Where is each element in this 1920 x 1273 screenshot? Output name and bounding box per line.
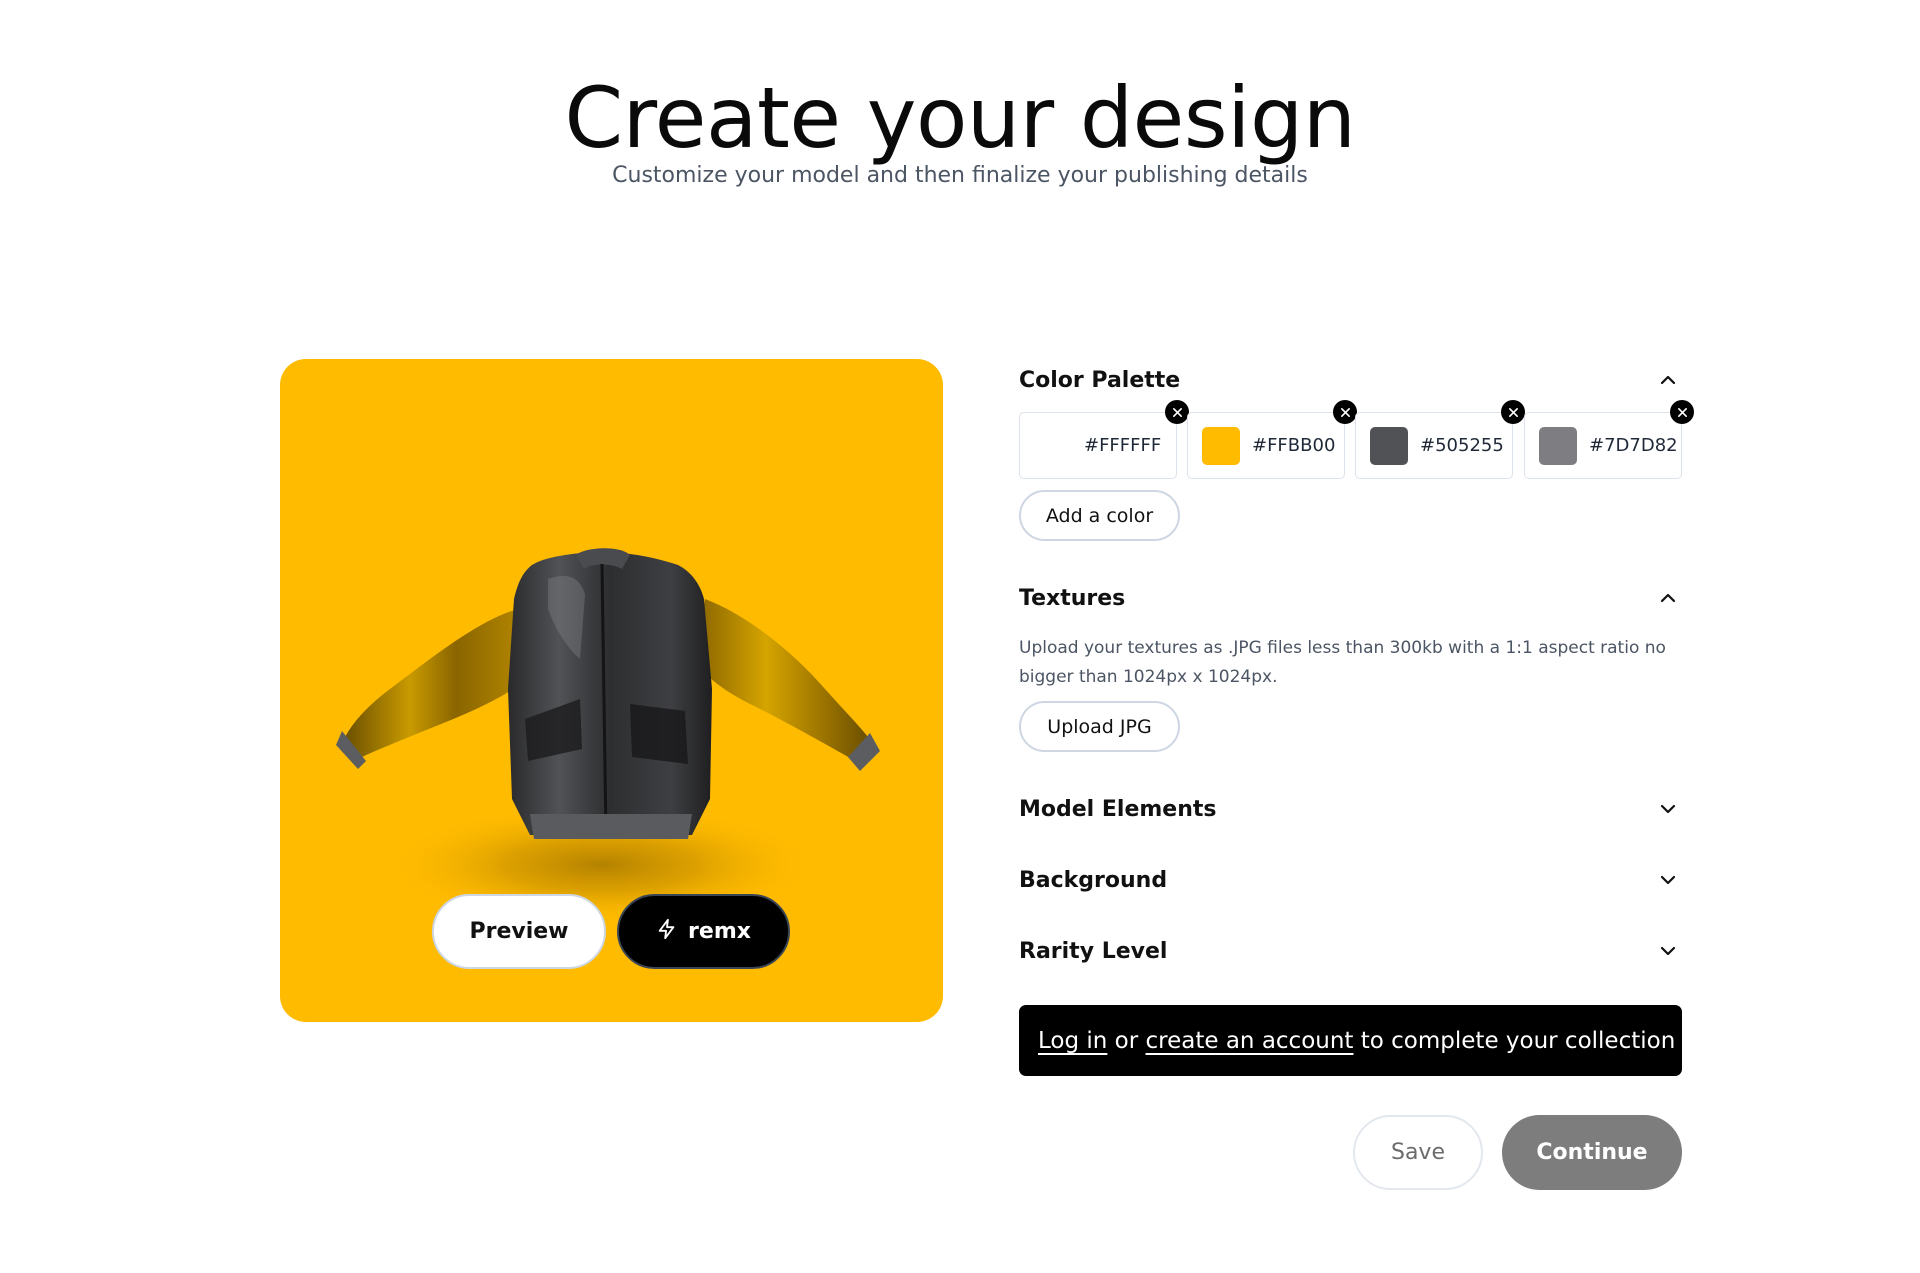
section-title: Model Elements — [1019, 796, 1217, 822]
chevron-up-icon[interactable] — [1656, 586, 1680, 610]
close-icon — [1172, 407, 1182, 417]
section-color-palette-header[interactable]: Color Palette — [1019, 363, 1682, 397]
upload-jpg-button[interactable]: Upload JPG — [1019, 701, 1180, 752]
textures-description: Upload your textures as .JPG files less … — [1019, 638, 1666, 687]
login-prompt-text: to complete your collection — [1353, 1027, 1676, 1054]
remove-color-button[interactable] — [1333, 400, 1357, 424]
section-background-header[interactable]: Background — [1019, 863, 1682, 897]
left-sleeve — [345, 609, 530, 757]
create-account-link[interactable]: create an account — [1146, 1028, 1354, 1054]
continue-button[interactable]: Continue — [1502, 1115, 1682, 1190]
right-pocket — [630, 704, 688, 764]
section-title: Background — [1019, 867, 1168, 893]
close-icon — [1340, 407, 1350, 417]
login-prompt-banner: Log in or create an account to complete … — [1019, 1005, 1682, 1076]
page-title: Create your design — [564, 69, 1356, 167]
right-sleeve — [698, 599, 868, 759]
close-icon — [1677, 407, 1687, 417]
section-title: Textures — [1019, 585, 1126, 611]
remx-button[interactable]: remx — [617, 894, 790, 969]
chevron-down-icon[interactable] — [1656, 868, 1680, 892]
color-chip — [1539, 426, 1577, 465]
preview-button[interactable]: Preview — [432, 894, 606, 969]
color-chip — [1034, 426, 1072, 465]
remove-color-button[interactable] — [1165, 400, 1189, 424]
login-link[interactable]: Log in — [1038, 1028, 1107, 1054]
page-subtitle: Customize your model and then finalize y… — [612, 163, 1308, 188]
model-preview-card[interactable]: Preview remx — [280, 359, 943, 1022]
save-button[interactable]: Save — [1353, 1115, 1483, 1190]
jacket-waistband — [530, 814, 692, 839]
color-hex-value: #FFFFFF — [1084, 435, 1162, 456]
jacket-model-render[interactable] — [280, 359, 943, 1022]
section-title: Color Palette — [1019, 367, 1181, 393]
section-rarity-level-header[interactable]: Rarity Level — [1019, 934, 1682, 968]
color-chip — [1202, 426, 1240, 465]
section-title: Rarity Level — [1019, 938, 1168, 964]
section-textures-header[interactable]: Textures — [1019, 581, 1682, 615]
chevron-down-icon[interactable] — [1656, 939, 1680, 963]
jacket-body — [508, 553, 712, 835]
color-hex-value: #505255 — [1420, 435, 1504, 456]
login-prompt-or: or — [1107, 1027, 1146, 1054]
remx-button-label: remx — [688, 919, 751, 944]
remove-color-button[interactable] — [1501, 400, 1525, 424]
remove-color-button[interactable] — [1670, 400, 1694, 424]
color-swatch[interactable]: #FFBB00 — [1187, 400, 1357, 479]
section-model-elements-header[interactable]: Model Elements — [1019, 792, 1682, 826]
color-hex-value: #7D7D82 — [1589, 435, 1678, 456]
chevron-down-icon[interactable] — [1656, 797, 1680, 821]
close-icon — [1508, 407, 1518, 417]
color-swatch[interactable]: #7D7D82 — [1524, 400, 1694, 479]
preview-button-label: Preview — [469, 919, 569, 944]
color-swatch[interactable]: #505255 — [1355, 400, 1525, 479]
lightning-bolt-icon — [656, 918, 678, 946]
color-chip — [1370, 426, 1408, 465]
add-color-button[interactable]: Add a color — [1019, 490, 1180, 541]
chevron-up-icon[interactable] — [1656, 368, 1680, 392]
color-swatch[interactable]: #FFFFFF — [1019, 400, 1189, 479]
color-hex-value: #FFBB00 — [1252, 435, 1336, 456]
